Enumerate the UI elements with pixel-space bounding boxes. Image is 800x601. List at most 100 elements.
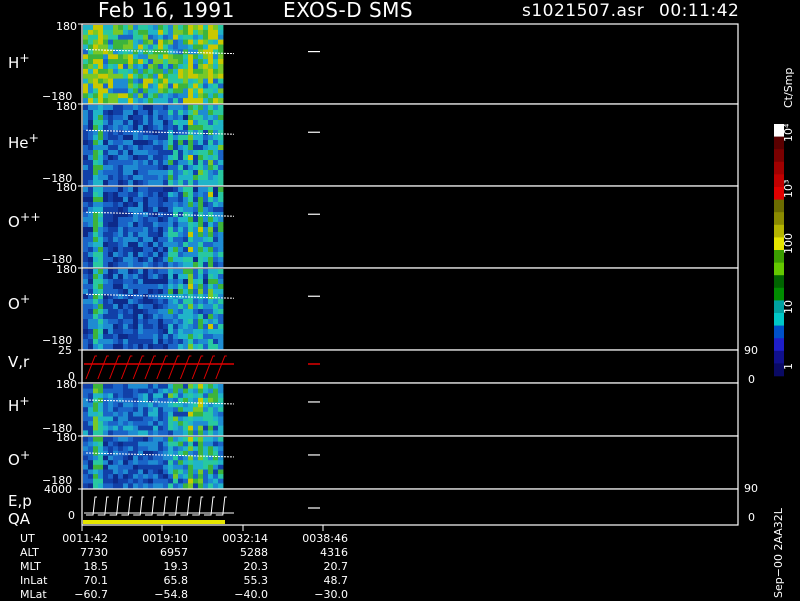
spectrogram-cell: [213, 125, 219, 131]
spectrogram-cell: [198, 34, 204, 41]
spectrogram-cell: [133, 98, 139, 104]
spectrogram-cell: [168, 145, 174, 151]
spectrogram-cell: [218, 25, 224, 31]
spectrogram-cell: [98, 88, 104, 94]
spectrogram-cell: [178, 279, 184, 285]
spectrogram-cell: [148, 34, 154, 41]
spectrogram-cell: [193, 464, 199, 470]
spectrogram-cell: [123, 314, 129, 320]
spectrogram-cell: [183, 155, 189, 161]
spectrogram-cell: [128, 242, 134, 248]
spectrogram-cell: [193, 145, 199, 151]
spectrogram-cell: [143, 197, 149, 203]
spectrogram-cell: [193, 344, 199, 350]
spectrogram-cell: [158, 289, 164, 295]
spectrogram-cell: [203, 192, 209, 198]
spectrogram-cell: [173, 59, 179, 65]
spectrogram-cell: [113, 388, 119, 394]
spectrogram-cell: [188, 446, 194, 452]
spectrogram-cell: [138, 460, 144, 466]
spectrogram-cell: [193, 289, 199, 295]
spectrogram-cell: [188, 289, 194, 295]
spectrogram-cell: [143, 289, 149, 295]
spectrogram-cell: [128, 232, 134, 238]
spectrogram-cell: [198, 247, 204, 253]
spectrogram-cell: [98, 416, 104, 422]
spectrogram-cell: [108, 478, 114, 484]
spectrogram-cell: [218, 202, 224, 208]
spectrogram-cell: [178, 334, 184, 340]
spectrogram-cell: [163, 441, 169, 447]
spectrogram-cell: [193, 279, 199, 285]
spectrogram-cell: [108, 242, 114, 248]
ut-cell: 0032:14: [222, 532, 268, 545]
spectrogram-cell: [153, 192, 159, 198]
spectrogram-cell: [108, 299, 114, 305]
spectrogram-cell: [203, 88, 209, 94]
spectrogram-cell: [88, 217, 94, 223]
spectrogram-cell: [188, 393, 194, 399]
spectrogram-cell: [98, 150, 104, 156]
spectrogram-cell: [193, 309, 199, 315]
spectrogram-cell: [108, 469, 114, 475]
spectrogram-cell: [108, 165, 114, 171]
spectrogram-cell: [93, 262, 99, 268]
spectrogram-cell: [168, 478, 174, 484]
spectrogram-cell: [143, 232, 149, 238]
spectrogram-cell: [133, 125, 139, 131]
spectrogram-cell: [188, 407, 194, 413]
spectrogram-cell: [193, 88, 199, 94]
spectrogram-cell: [188, 207, 194, 213]
spectrogram-cell: [118, 334, 124, 340]
spectrogram-cell: [208, 464, 214, 470]
spectrogram-cell: [168, 274, 174, 280]
spectrogram-cell: [88, 39, 94, 45]
spectrogram-cell: [173, 460, 179, 466]
spectrogram-cell: [148, 441, 154, 447]
spectrogram-cell: [98, 384, 104, 389]
spectrogram-cell: [198, 98, 204, 104]
spectrogram-cell: [163, 222, 169, 228]
spectrogram-cell: [88, 384, 94, 389]
spectrogram-cell: [188, 257, 194, 263]
spectrogram-cell: [163, 279, 169, 285]
spectrogram-cell: [158, 59, 164, 65]
spectrogram-cell: [158, 175, 164, 181]
spectrogram-cell: [158, 279, 164, 285]
spectrogram-cell: [98, 334, 104, 340]
spectrogram-cell: [98, 388, 104, 394]
spectrogram-cell: [113, 474, 119, 480]
spectrogram-cell: [153, 252, 159, 258]
spectrogram-cell: [143, 78, 149, 84]
header-instrument: EXOS-D SMS: [283, 0, 414, 22]
spectrogram-cell: [128, 299, 134, 305]
spectrogram-cell: [168, 416, 174, 422]
spectrogram-cell: [103, 78, 109, 84]
spectrogram-cell: [218, 115, 224, 121]
spectrogram-cell: [118, 110, 124, 116]
spectrogram-cell: [173, 192, 179, 198]
spectrogram-cell: [118, 73, 124, 80]
spectrogram-cell: [218, 29, 224, 36]
spectrogram-cell: [153, 425, 159, 431]
spectrogram-cell: [178, 93, 184, 99]
spectrogram-cell: [173, 175, 179, 181]
spectrogram-cell: [213, 464, 219, 470]
spectrogram-cell: [183, 474, 189, 480]
spectrogram-cell: [133, 170, 139, 176]
spectrogram-cell: [93, 160, 99, 166]
spectrogram-cell: [113, 393, 119, 399]
spectrogram-cell: [93, 83, 99, 89]
spectrogram-cell: [173, 187, 179, 193]
spectrogram-cell: [168, 125, 174, 131]
spectrogram-cell: [208, 68, 214, 75]
spectrogram-cell: [193, 252, 199, 258]
spectrogram-cell: [108, 252, 114, 258]
spectrogram-cell: [128, 262, 134, 268]
spectrogram-cell: [128, 88, 134, 94]
spectrogram-cell: [83, 98, 89, 104]
spectrogram-cell: [188, 59, 194, 65]
spectrogram-cell: [173, 170, 179, 176]
spectrogram-cell: [168, 105, 174, 111]
spectrogram-cell: [163, 98, 169, 104]
